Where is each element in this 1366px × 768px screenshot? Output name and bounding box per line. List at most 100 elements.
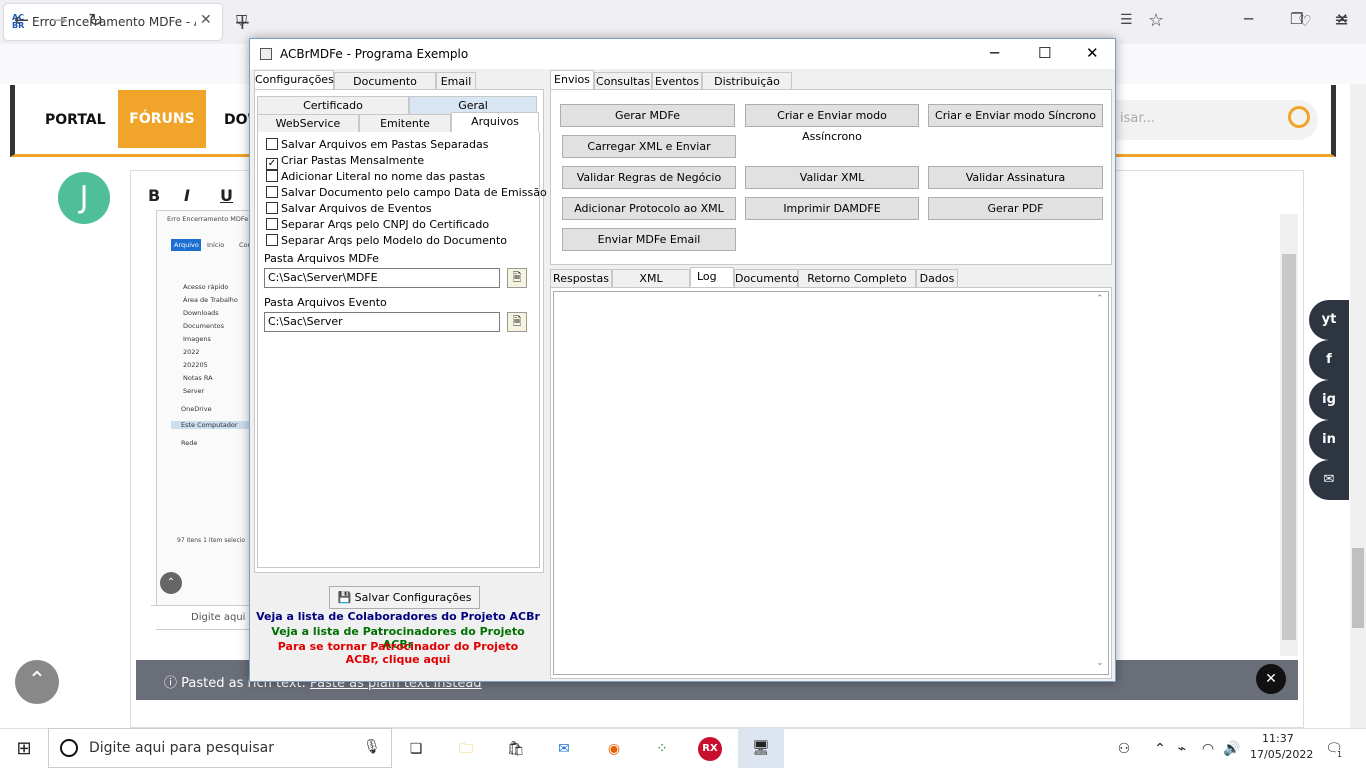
close-icon[interactable]: ✕ [1086, 44, 1099, 62]
tab-envios[interactable]: Envios [550, 70, 594, 90]
gerar-mdfe-button[interactable]: Gerar MDFe [560, 104, 735, 127]
instagram-icon[interactable]: ig [1309, 380, 1349, 420]
tab-log[interactable]: Log [690, 267, 734, 287]
nav-portal[interactable]: PORTAL [45, 112, 106, 128]
checkbox-pastas-mensalmente[interactable]: ✓ Criar Pastas Mensalmente [266, 154, 424, 170]
checkbox-data-emissao[interactable]: Salvar Documento pelo campo Data de Emis… [266, 186, 547, 200]
app-dots-icon[interactable]: ⁘ [650, 737, 674, 761]
link-tornar-patrocinador[interactable]: Para se tornar Patrocinador do Projeto A… [268, 640, 528, 666]
checkbox-adicionar-literal[interactable]: Adicionar Literal no nome das pastas [266, 170, 485, 184]
salvar-configuracoes-button[interactable]: 💾 Salvar Configurações [329, 586, 480, 609]
editor-scrollbar[interactable] [1280, 214, 1298, 656]
bold-button[interactable]: B [148, 186, 160, 205]
subtab-arquivos[interactable]: Arquivos [451, 112, 539, 132]
checkbox-modelo-documento[interactable]: Separar Arqs pelo Modelo do Documento [266, 234, 507, 248]
acbr-taskbar-icon[interactable]: 🖥 [738, 728, 784, 768]
checkbox-box[interactable] [266, 186, 278, 198]
criar-enviar-sincrono-button[interactable]: Criar e Enviar modo Síncrono [928, 104, 1103, 127]
youtube-icon[interactable]: yt [1309, 300, 1349, 340]
shield-icon[interactable]: ⛉ [236, 12, 247, 30]
scroll-top-button[interactable]: ⌃ [15, 660, 59, 704]
enviar-mdfe-email-button[interactable]: Enviar MDFe Email [562, 228, 736, 251]
linkedin-icon[interactable]: in [1309, 420, 1349, 460]
clock-time[interactable]: 11:37 [1262, 732, 1294, 745]
people-icon[interactable]: ⚇ [1112, 737, 1136, 761]
mail-icon[interactable]: ✉ [552, 737, 576, 761]
checkbox-box[interactable] [266, 234, 278, 246]
task-view-icon[interactable]: ❏ [404, 737, 428, 761]
browse-folder-icon[interactable]: 🗎 [507, 312, 527, 332]
subtab-emitente[interactable]: Emitente [359, 114, 451, 134]
close-tab-icon[interactable]: ✕ [200, 12, 212, 28]
underline-button[interactable]: U [220, 186, 233, 205]
forward-icon[interactable]: → [52, 10, 67, 31]
close-notice-button[interactable]: ✕ [1256, 664, 1286, 694]
microphone-icon[interactable]: 🎙 [363, 739, 381, 755]
page-scrollbar[interactable] [1350, 84, 1366, 728]
tab-configuracoes[interactable]: Configurações [254, 70, 334, 90]
checkbox-box[interactable] [266, 170, 278, 182]
subtab-webservice[interactable]: WebService [257, 114, 359, 134]
reload-icon[interactable]: ↻ [88, 10, 103, 31]
tab-retorno-completo-ws[interactable]: Retorno Completo WS [798, 269, 916, 303]
tab-respostas[interactable]: Respostas [550, 269, 612, 289]
page-scrollbar-thumb[interactable] [1352, 548, 1364, 628]
menu-icon[interactable]: ≡ [1334, 10, 1349, 31]
taskbar-search[interactable]: Digite aqui para pesquisar 🎙 [48, 728, 392, 768]
imprimir-damdfe-button[interactable]: Imprimir DAMDFE [745, 197, 919, 220]
gerar-pdf-button[interactable]: Gerar PDF [928, 197, 1103, 220]
pasta-mdfe-input[interactable]: C:\Sac\Server\MDFE [264, 268, 500, 288]
wifi-icon[interactable]: ◠ [1196, 737, 1220, 761]
minimize-icon[interactable]: ─ [990, 44, 999, 62]
nav-foruns[interactable]: FÓRUNS [118, 90, 206, 148]
windows-start-icon[interactable]: ⊞ [12, 737, 36, 761]
volume-icon[interactable]: 🔊 [1220, 737, 1244, 761]
back-icon[interactable]: ← [14, 10, 29, 31]
notification-count: 1 [1335, 750, 1345, 759]
tab-xml-resposta[interactable]: XML Resposta [612, 269, 690, 303]
checkbox-box[interactable] [266, 218, 278, 230]
tray-chevron-icon[interactable]: ⌃ [1148, 737, 1172, 761]
acbr-titlebar[interactable]: ACBrMDFe - Programa Exemplo ─ ☐ ✕ [250, 39, 1115, 69]
store-icon[interactable]: 🛍 [504, 737, 528, 761]
rx-app-icon[interactable]: RX [698, 737, 722, 761]
validar-assinatura-button[interactable]: Validar Assinatura [928, 166, 1103, 189]
browse-folder-icon[interactable]: 🗎 [507, 268, 527, 288]
bookmark-star-icon[interactable]: ☆ [1148, 10, 1164, 31]
criar-enviar-assincrono-button[interactable]: Criar e Enviar modo Assíncrono [745, 104, 919, 143]
site-search-input[interactable]: isar... [1100, 100, 1318, 140]
adicionar-protocolo-button[interactable]: Adicionar Protocolo ao XML [562, 197, 736, 220]
minimize-browser-icon[interactable]: ─ [1244, 10, 1253, 28]
maximize-icon[interactable]: ☐ [1038, 44, 1051, 62]
validar-xml-button[interactable]: Validar XML [745, 166, 919, 189]
carregar-xml-enviar-button[interactable]: Carregar XML e Enviar [562, 135, 736, 158]
tab-dados[interactable]: Dados [916, 269, 958, 289]
log-scrollbar[interactable]: ⌃ ⌄ [1093, 292, 1108, 674]
reader-view-icon[interactable]: ☰ [1120, 12, 1133, 28]
scroll-up-arrow-icon[interactable]: ⌃ [1096, 294, 1104, 304]
search-icon[interactable] [1288, 106, 1310, 128]
firefox-icon[interactable]: ◉ [602, 737, 626, 761]
log-textarea[interactable] [553, 291, 1109, 675]
editor-scrollbar-thumb[interactable] [1282, 254, 1296, 640]
browser-tab[interactable]: AC BR Erro Encerramento MDFe - ACBr ✕ [4, 4, 222, 40]
validar-regras-button[interactable]: Validar Regras de Negócio [562, 166, 736, 189]
clock-date[interactable]: 17/05/2022 [1250, 748, 1313, 761]
email-icon[interactable]: ✉ [1309, 460, 1349, 500]
checkbox-box[interactable] [266, 138, 278, 150]
pocket-icon[interactable]: ♡ [1298, 12, 1311, 30]
scroll-down-arrow-icon[interactable]: ⌄ [1096, 658, 1104, 668]
link-colaboradores[interactable]: Veja a lista de Colaboradores do Projeto… [256, 610, 540, 623]
network-icon[interactable]: ⌁ [1170, 737, 1194, 761]
italic-button[interactable]: I [184, 186, 190, 205]
subtab-certificado[interactable]: Certificado [257, 96, 409, 116]
file-explorer-icon[interactable]: 🗀 [454, 737, 478, 761]
checkmark-icon[interactable]: ✓ [266, 158, 278, 170]
tab-documento[interactable]: Documento [734, 269, 799, 289]
pasta-evento-input[interactable]: C:\Sac\Server [264, 312, 500, 332]
checkbox-salvar-eventos[interactable]: Salvar Arquivos de Eventos [266, 202, 432, 216]
facebook-icon[interactable]: f [1309, 340, 1349, 380]
checkbox-box[interactable] [266, 202, 278, 214]
checkbox-cnpj-certificado[interactable]: Separar Arqs pelo CNPJ do Certificado [266, 218, 489, 232]
checkbox-pastas-separadas[interactable]: Salvar Arquivos em Pastas Separadas [266, 138, 488, 152]
